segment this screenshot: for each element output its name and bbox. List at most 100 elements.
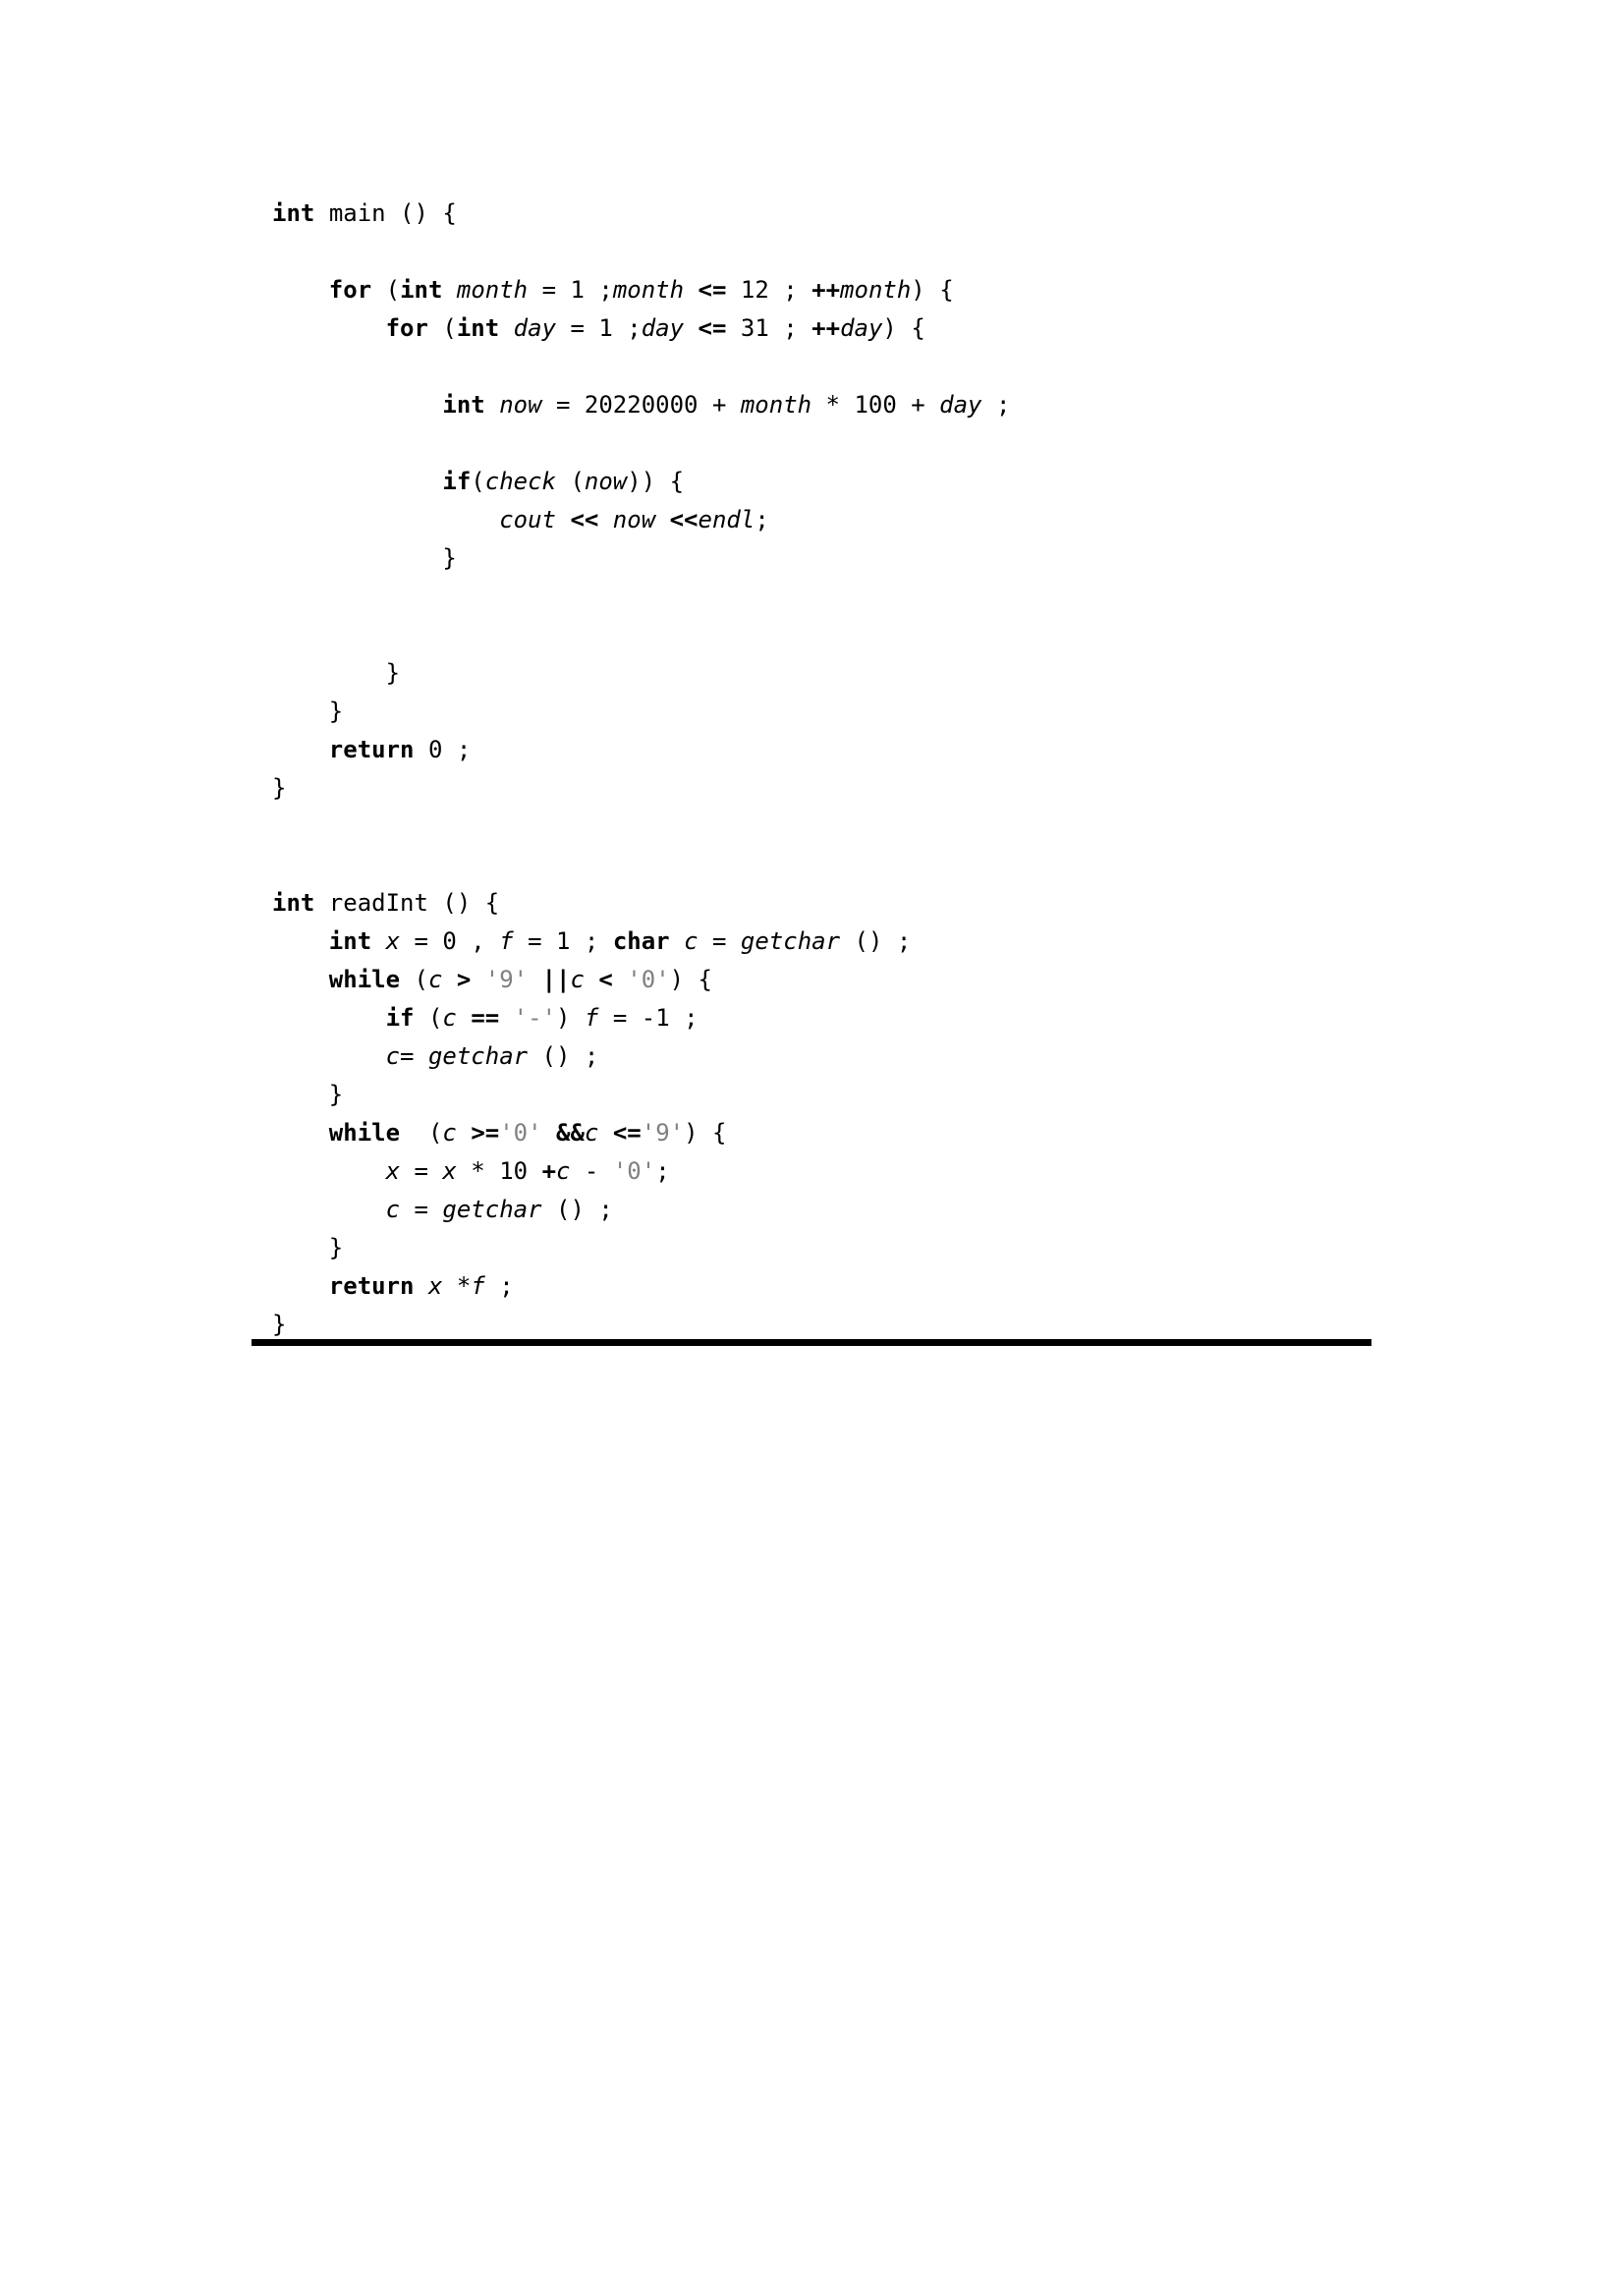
code-identifier: x	[427, 1272, 443, 1300]
code-line: }	[272, 769, 1010, 808]
code-text: = 0 ,	[400, 927, 500, 955]
code-text: }	[272, 1311, 287, 1338]
code-text: main	[328, 199, 386, 227]
code-text: * 100 +	[811, 391, 940, 419]
code-line: if(check (now)) {	[272, 463, 1010, 501]
code-text: = 1 ;	[528, 276, 613, 304]
code-line: }	[272, 654, 1010, 693]
code-operator: >=	[471, 1119, 500, 1147]
code-operator: ++	[811, 314, 841, 342]
code-identifier: f	[499, 927, 514, 955]
code-text: }	[328, 1081, 344, 1108]
code-text: *	[442, 1272, 472, 1300]
code-text: }	[328, 1234, 344, 1261]
code-text: }	[385, 659, 401, 687]
code-identifier: month	[840, 276, 912, 304]
code-text: }	[328, 698, 344, 725]
code-keyword: for	[328, 276, 372, 304]
code-text: ;	[981, 391, 1011, 419]
code-line: int readInt () {	[272, 884, 1010, 923]
code-text: 0 ;	[414, 736, 472, 763]
code-text: ;	[755, 506, 769, 533]
document-page: int main () { for (int month = 1 ;month …	[0, 0, 1622, 2296]
code-text: readInt () {	[314, 889, 500, 917]
code-text: = 1 ;	[556, 314, 642, 342]
code-identifier: cout	[499, 506, 556, 533]
code-keyword: while	[328, 1119, 401, 1147]
code-text: =	[698, 927, 741, 955]
code-identifier: getchar	[740, 927, 841, 955]
code-identifier: day	[939, 391, 982, 419]
code-operator: ||	[541, 966, 571, 993]
horizontal-rule	[252, 1339, 1371, 1346]
code-text: )	[556, 1004, 585, 1032]
code-text: =	[400, 1157, 443, 1185]
code-text: = 20220000 +	[541, 391, 741, 419]
code-text: ) {	[882, 314, 925, 342]
code-string-literal: '0'	[612, 1157, 656, 1185]
code-identifier: getchar	[442, 1196, 542, 1223]
code-string-literal: '0'	[627, 966, 670, 993]
code-line: for (int day = 1 ;day <= 31 ; ++day) {	[272, 309, 1010, 348]
code-line: c= getchar () ;	[272, 1037, 1010, 1076]
code-identifier: now	[612, 506, 656, 533]
code-text: }	[442, 544, 457, 572]
code-text: (	[400, 966, 428, 993]
code-text: () ;	[840, 927, 912, 955]
code-string-literal: '9'	[484, 966, 529, 993]
code-keyword: char	[612, 927, 670, 955]
code-keyword: for	[385, 314, 428, 342]
code-keyword: int	[272, 889, 315, 917]
code-line: int main () {	[272, 195, 1010, 233]
code-line: x = x * 10 +c - '0';	[272, 1152, 1010, 1191]
code-text: () ;	[528, 1042, 599, 1070]
code-identifier: c	[442, 1004, 457, 1032]
code-identifier: month	[740, 391, 812, 419]
code-identifier: endl	[698, 506, 755, 533]
code-line: return 0 ;	[272, 731, 1010, 769]
code-keyword: int	[272, 199, 315, 227]
code-string-literal: '-'	[513, 1004, 557, 1032]
code-line: while (c >='0' &&c <='9') {	[272, 1114, 1010, 1152]
code-keyword: while	[328, 966, 401, 993]
code-line: }	[272, 539, 1010, 578]
code-listing: int main () { for (int month = 1 ;month …	[272, 195, 1010, 1344]
code-text: (	[556, 468, 585, 495]
code-identifier: x	[442, 1157, 457, 1185]
code-line: while (c > '9' ||c < '0') {	[272, 961, 1010, 999]
code-text: ;	[655, 1157, 670, 1185]
code-operator: +	[541, 1157, 557, 1185]
code-identifier: day	[840, 314, 883, 342]
code-text: -	[570, 1157, 613, 1185]
code-keyword: if	[442, 468, 472, 495]
code-keyword: int	[442, 391, 485, 419]
code-identifier: f	[584, 1004, 599, 1032]
code-operator: &&	[556, 1119, 585, 1147]
code-identifier: c	[570, 966, 585, 993]
